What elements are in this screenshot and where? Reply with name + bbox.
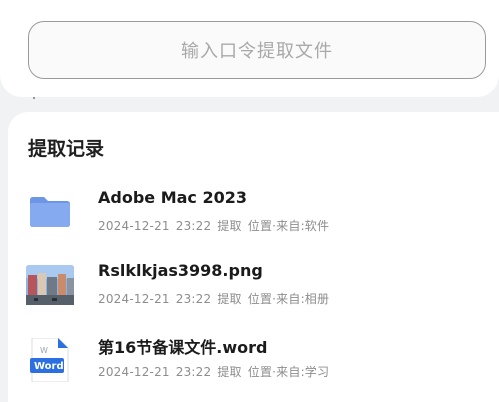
- record-time: 23:22: [175, 365, 212, 379]
- image-thumbnail: [26, 265, 74, 305]
- record-meta: 2024-12-21 23:22 提取 位置·来自:相册: [98, 290, 335, 307]
- folder-icon: [26, 192, 74, 232]
- record-meta: 2024-12-21 23:22 提取 位置·来自:学习: [98, 363, 335, 380]
- record-name: Rslklkjas3998.png: [98, 261, 263, 280]
- record-time: 23:22: [175, 292, 212, 306]
- record-action: 提取: [217, 365, 242, 379]
- record-item[interactable]: Rslklkjas3998.png 2024-12-21 23:22 提取 位置·来自…: [26, 261, 496, 313]
- svg-text:W: W: [40, 346, 48, 355]
- record-name: Adobe Mac 2023: [98, 188, 248, 207]
- svg-text:Word: Word: [34, 361, 64, 372]
- record-item[interactable]: W Word 第16节备课文件.word 2024-12-21 23:22 提取 位置…: [26, 334, 496, 386]
- extract-code-input[interactable]: 输入口令提取文件: [28, 21, 486, 79]
- record-name: 第16节备课文件.word: [98, 338, 268, 357]
- word-file-icon: W Word: [26, 337, 74, 383]
- record-location: 位置·来自:软件: [247, 219, 330, 233]
- record-location: 位置·来自:相册: [247, 292, 330, 306]
- record-action: 提取: [217, 219, 242, 233]
- record-date: 2024-12-21: [98, 292, 170, 306]
- records-card: 提取记录 Adobe Mac 2023 2024-12-21 23:22 提取 位置·…: [8, 112, 499, 402]
- record-date: 2024-12-21: [98, 365, 170, 379]
- record-action: 提取: [217, 292, 242, 306]
- record-location: 位置·来自:学习: [247, 365, 330, 379]
- record-meta: 2024-12-21 23:22 提取 位置·来自:软件: [98, 217, 335, 234]
- record-time: 23:22: [175, 219, 212, 233]
- extract-card: 输入口令提取文件: [0, 0, 499, 97]
- record-item[interactable]: Adobe Mac 2023 2024-12-21 23:22 提取 位置·来自:软件: [26, 188, 496, 240]
- decor-dot: [33, 97, 35, 99]
- record-date: 2024-12-21: [98, 219, 170, 233]
- records-title: 提取记录: [28, 138, 105, 160]
